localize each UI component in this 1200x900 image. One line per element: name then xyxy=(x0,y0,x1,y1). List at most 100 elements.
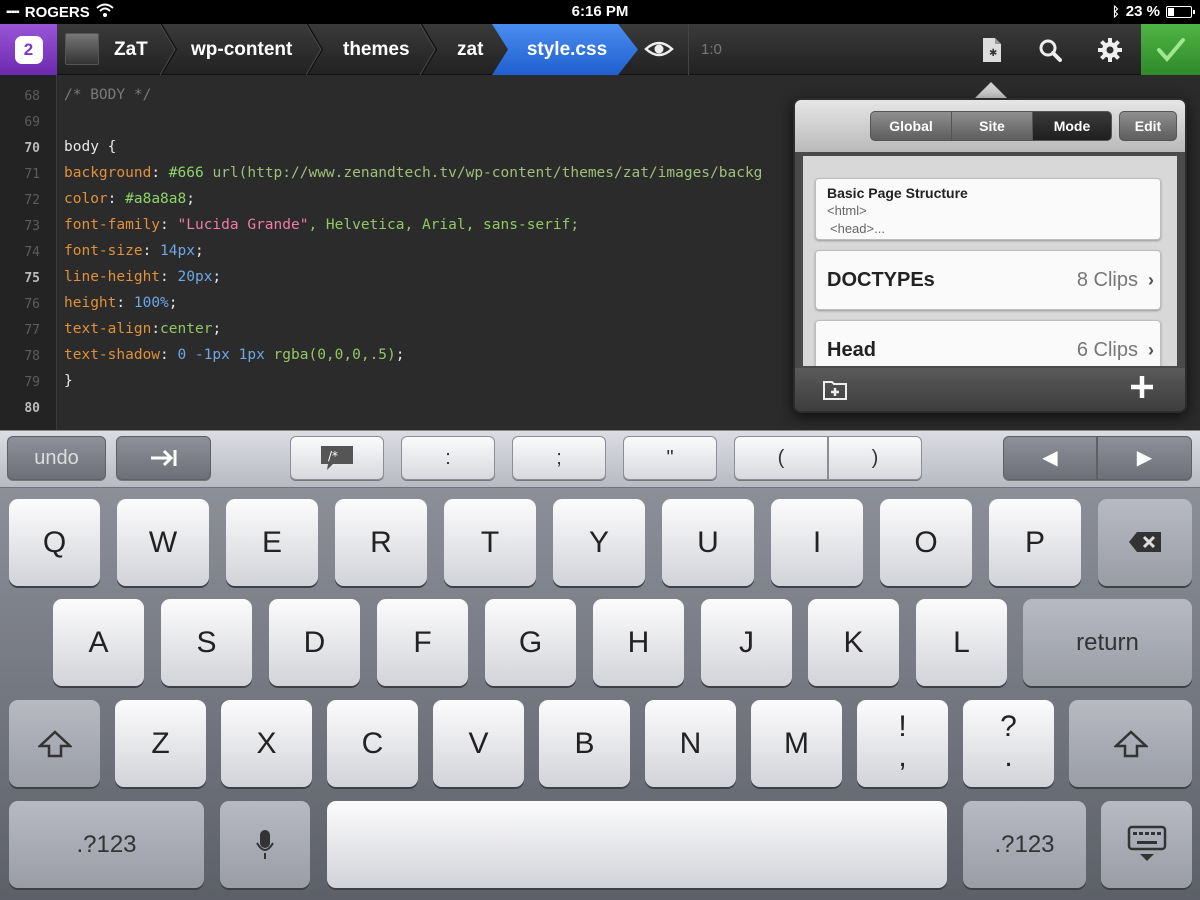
svg-text:/*: /* xyxy=(328,449,338,463)
cursor-right-button[interactable]: ▶ xyxy=(1097,436,1192,480)
status-bar: ▪▪▪▪▪ ROGERS 6:16 PM ᛒ 23 % xyxy=(0,0,1200,24)
tab-site[interactable]: Site xyxy=(951,111,1033,141)
key-q[interactable]: Q xyxy=(9,499,100,586)
clip-item[interactable]: Basic Page Structure <html> <head>... xyxy=(815,178,1161,240)
cursor-position: 1:0 xyxy=(701,41,722,58)
key-c[interactable]: C xyxy=(327,700,418,787)
undo-button[interactable]: undo xyxy=(7,436,106,480)
key-k[interactable]: K xyxy=(808,599,899,686)
key-label-top: ! xyxy=(898,710,907,743)
return-key[interactable]: return xyxy=(1023,599,1192,686)
chevron-right-icon: › xyxy=(1148,270,1154,290)
key-b[interactable]: B xyxy=(539,700,630,787)
backspace-key[interactable] xyxy=(1098,499,1192,586)
preview-eye-icon[interactable] xyxy=(644,37,674,61)
dictation-key[interactable] xyxy=(220,801,310,888)
key-r[interactable]: R xyxy=(335,499,427,586)
key-a[interactable]: A xyxy=(53,599,144,686)
line-number: 73 xyxy=(24,219,40,234)
line-number: 71 xyxy=(24,167,40,182)
key-label-bottom: , xyxy=(898,740,907,773)
comment-button[interactable]: /* xyxy=(290,436,384,480)
key-l[interactable]: L xyxy=(916,599,1007,686)
clip-preview: <html> xyxy=(827,203,867,218)
breadcrumb-themes[interactable]: themes xyxy=(343,24,410,75)
breadcrumb-zat[interactable]: zat xyxy=(457,24,483,75)
numbers-key-right[interactable]: .?123 xyxy=(963,801,1086,888)
key-z[interactable]: Z xyxy=(115,700,206,787)
numbers-key-left[interactable]: .?123 xyxy=(9,801,204,888)
key-v[interactable]: V xyxy=(433,700,524,787)
key-label-top: ? xyxy=(1000,710,1017,743)
key-o[interactable]: O xyxy=(880,499,972,586)
add-clip-icon[interactable] xyxy=(1129,374,1155,405)
edit-button[interactable]: Edit xyxy=(1119,111,1177,141)
line-number: 79 xyxy=(24,375,40,390)
breadcrumb-site[interactable]: ZaT xyxy=(114,24,148,75)
key-y[interactable]: Y xyxy=(553,499,645,586)
quote-key[interactable]: " xyxy=(623,436,717,480)
key-label-bottom: . xyxy=(1004,740,1013,773)
key-x[interactable]: X xyxy=(221,700,312,787)
key-p[interactable]: P xyxy=(989,499,1081,586)
on-screen-keyboard: Q W E R T Y U I O P A S D F G H J K L re… xyxy=(0,488,1200,900)
key-w[interactable]: W xyxy=(117,499,209,586)
open-paren-key[interactable]: ( xyxy=(734,436,828,480)
clips-icon[interactable]: ✱ xyxy=(978,36,1006,64)
key-exclaim-comma[interactable]: ! , xyxy=(857,700,948,787)
site-thumbnail[interactable] xyxy=(65,33,99,65)
breadcrumb-separator xyxy=(159,23,178,76)
key-j[interactable]: J xyxy=(701,599,792,686)
close-paren-key[interactable]: ) xyxy=(828,436,922,480)
cursor-left-button[interactable]: ◀ xyxy=(1003,436,1097,480)
key-t[interactable]: T xyxy=(444,499,536,586)
search-icon[interactable] xyxy=(1036,36,1064,64)
colon-key[interactable]: : xyxy=(401,436,495,480)
clip-group-item[interactable]: DOCTYPEs 8 Clips › xyxy=(815,250,1161,310)
key-h[interactable]: H xyxy=(593,599,684,686)
key-g[interactable]: G xyxy=(485,599,576,686)
arrow-left-icon: ◀ xyxy=(1042,447,1058,469)
key-f[interactable]: F xyxy=(377,599,468,686)
hide-keyboard-key[interactable] xyxy=(1101,801,1192,888)
shift-key-right[interactable] xyxy=(1069,700,1192,787)
line-number: 72 xyxy=(24,193,40,208)
clip-group-item[interactable]: Head 6 Clips › xyxy=(815,320,1161,366)
editor-toolbar: 2 ZaT wp-content themes zat style.css 1:… xyxy=(0,23,1200,76)
clip-count: 8 Clips xyxy=(1076,269,1138,291)
key-question-period[interactable]: ? . xyxy=(963,700,1054,787)
popover-header: Global Site Mode Edit xyxy=(795,100,1185,152)
sites-button[interactable]: 2 xyxy=(0,24,57,75)
tab-mode[interactable]: Mode xyxy=(1032,111,1112,141)
key-u[interactable]: U xyxy=(662,499,754,586)
breadcrumb-wp-content[interactable]: wp-content xyxy=(191,24,292,75)
semicolon-key[interactable]: ; xyxy=(512,436,606,480)
code-line: font-size: 14px; xyxy=(64,243,204,259)
add-folder-icon[interactable] xyxy=(823,378,847,405)
clip-group-title: DOCTYPEs xyxy=(827,269,935,291)
breadcrumb-active-file[interactable]: style.css xyxy=(492,24,640,75)
space-key[interactable] xyxy=(327,801,947,888)
key-i[interactable]: I xyxy=(771,499,863,586)
done-button[interactable] xyxy=(1141,24,1200,75)
battery-icon xyxy=(1166,5,1195,18)
code-line: background: #666 url(http://www.zenandte… xyxy=(64,165,763,181)
line-number: 74 xyxy=(24,245,40,260)
gear-icon[interactable] xyxy=(1096,36,1124,64)
code-line: body { xyxy=(64,139,117,155)
key-m[interactable]: M xyxy=(751,700,842,787)
shift-key-left[interactable] xyxy=(9,700,100,787)
clips-popover: Global Site Mode Edit Basic Page Structu… xyxy=(793,98,1187,413)
key-s[interactable]: S xyxy=(161,599,252,686)
line-number: 77 xyxy=(24,323,40,338)
clip-group-title: Head xyxy=(827,339,876,361)
key-n[interactable]: N xyxy=(645,700,736,787)
line-number: 80 xyxy=(24,401,40,416)
microphone-icon xyxy=(256,830,274,859)
key-d[interactable]: D xyxy=(269,599,360,686)
shift-icon xyxy=(36,730,73,758)
key-e[interactable]: E xyxy=(226,499,318,586)
tab-key-button[interactable] xyxy=(116,436,211,480)
tab-arrow-icon xyxy=(150,449,176,467)
tab-global[interactable]: Global xyxy=(870,111,952,141)
